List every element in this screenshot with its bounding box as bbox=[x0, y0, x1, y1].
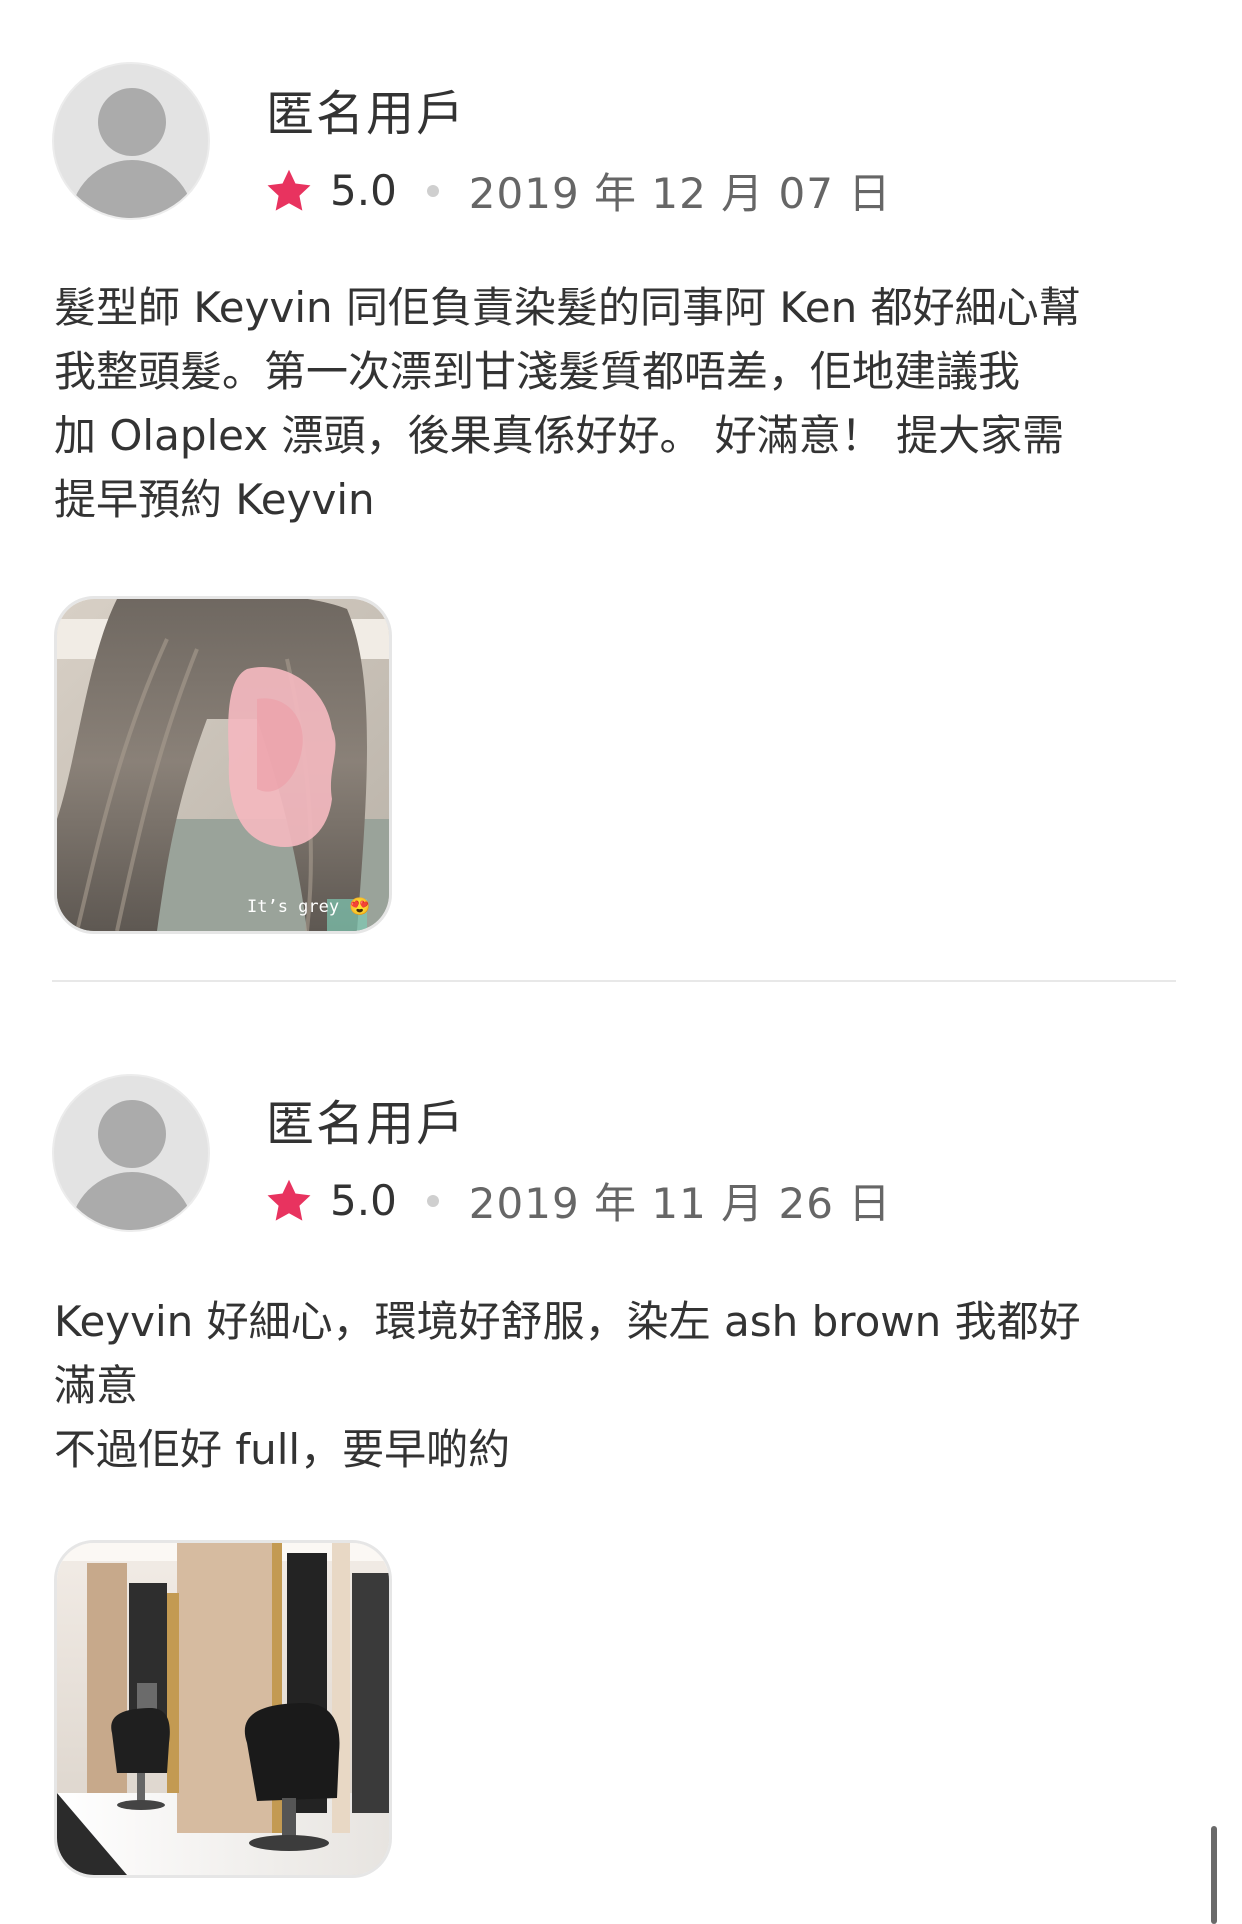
star-icon bbox=[267, 1179, 311, 1221]
avatar-head bbox=[98, 1100, 166, 1168]
avatar-body bbox=[70, 1172, 194, 1230]
avatar-head bbox=[98, 88, 166, 156]
separator-dot bbox=[426, 1194, 439, 1207]
rating-value: 5.0 bbox=[330, 166, 397, 215]
rating-value: 5.0 bbox=[330, 1176, 397, 1225]
reviewer-name: 匿名用戶 bbox=[266, 86, 467, 142]
review-photo[interactable] bbox=[54, 1540, 392, 1878]
star-icon bbox=[267, 169, 311, 211]
user-avatar-icon bbox=[52, 62, 210, 220]
review-meta: 5.0 2019 年 12 月 07 日 bbox=[264, 160, 891, 221]
review-photo[interactable]: It’s grey 😍 bbox=[54, 596, 392, 934]
review-text: 髮型師 Keyvin 同佢負責染髮的同事阿 Ken 都好細心幫 我整頭髮。第一次… bbox=[54, 283, 1081, 524]
salon-photo-image bbox=[57, 1543, 389, 1875]
scrollbar[interactable] bbox=[1211, 1826, 1217, 1924]
avatar-body bbox=[70, 160, 194, 218]
review-divider bbox=[52, 980, 1176, 982]
photo-caption: It’s grey 😍 bbox=[247, 897, 371, 917]
review-text: Keyvin 好細心，環境好舒服，染左 ash brown 我都好 滿意 不過佢… bbox=[54, 1297, 1081, 1474]
review-meta: 5.0 2019 年 11 月 26 日 bbox=[264, 1170, 891, 1231]
review-date: 2019 年 11 月 26 日 bbox=[468, 1179, 892, 1228]
hair-photo-image bbox=[57, 599, 389, 931]
review-date: 2019 年 12 月 07 日 bbox=[468, 169, 892, 218]
user-avatar-icon bbox=[52, 1074, 210, 1232]
reviewer-name: 匿名用戶 bbox=[266, 1096, 467, 1152]
separator-dot bbox=[426, 184, 439, 197]
